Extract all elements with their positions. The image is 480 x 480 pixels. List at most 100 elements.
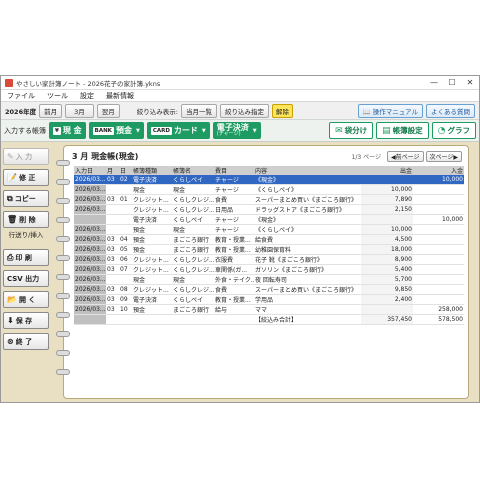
table-row[interactable]: 2026/03... 03 04 預金 まごころ銀行 教育・授業... 給食費 4,500 [74, 234, 464, 246]
filter-clear-button[interactable]: 解除 [271, 103, 293, 118]
ledger-header-row: 入力日 月 日 帳簿種類 帳簿名 費目 内容 出金 入金 [74, 166, 464, 175]
menu-news[interactable]: 最新情報 [100, 91, 140, 101]
table-row[interactable]: 2026/03... 03 01 クレジット... くらしクレジ... 食費 スーパーまとめ… [74, 194, 464, 206]
table-cell: 電子決済 [132, 175, 172, 186]
next-page-button[interactable]: 次ページ▶ [425, 150, 462, 162]
table-row[interactable]: 2026/03... 03 10 預金 まごころ銀行 給与 ママ 258,000 [74, 304, 464, 316]
table-cell: 01 [119, 194, 132, 206]
split-button[interactable]: ✉ 袋分け [329, 122, 374, 139]
row-move-button[interactable]: 行送り/挿入 [3, 229, 49, 239]
main-area: ✎ 入 力 📝 修 正 ⧉ コピー 🗑 削 除 行送り/挿入 ⎙ 印 刷 CSV 出力 📂… [1, 142, 479, 402]
table-cell: 357,450 [361, 314, 413, 326]
table-row[interactable]: 2026/03... 03 08 クレジット... くらしクレジ... 食費 スーパーまとめ… [74, 284, 464, 296]
table-cell [361, 175, 413, 186]
table-row[interactable]: 2026/03... 現金 現金 外食・テイク... 夜 回転寿司 5,700 [74, 274, 464, 286]
table-cell: 花子 靴《まごころ銀行》 [254, 254, 361, 266]
table-cell [413, 284, 464, 296]
filter-all-button[interactable]: 当月一覧 [180, 103, 217, 118]
month-select[interactable]: 3月 [65, 103, 94, 118]
maximize-button[interactable]: ☐ [443, 76, 461, 90]
col-header[interactable]: 月 [106, 166, 119, 175]
menu-tools[interactable]: ツール [41, 91, 74, 101]
table-cell [413, 224, 464, 236]
filter-specify-button[interactable]: 絞り込み指定 [219, 103, 269, 118]
col-header[interactable]: 入金 [413, 166, 464, 175]
chevron-down-icon: ▼ [252, 127, 257, 134]
table-cell: 2026/03... [74, 244, 106, 256]
col-header[interactable]: 帳簿種類 [132, 166, 172, 175]
table-cell: 4,500 [361, 234, 413, 246]
table-cell [214, 314, 254, 326]
emoney-text: 電子決済 (チャージ) [217, 123, 249, 138]
table-row[interactable]: 2026/03... 03 07 クレジット... くらしクレジ... 車関係(ガ... ガ… [74, 264, 464, 276]
ledger-settings-button[interactable]: ▤ 帳簿設定 [376, 122, 429, 139]
emoney-account-button[interactable]: 電子決済 (チャージ) ▼ [212, 122, 261, 139]
save-button[interactable]: ⬇ 保 存 [3, 312, 49, 329]
prev-page-button[interactable]: ◀前ページ [387, 150, 424, 162]
input-button[interactable]: ✎ 入 力 [3, 148, 49, 165]
prev-month-button[interactable]: 前月 [39, 103, 63, 118]
table-cell: 08 [119, 284, 132, 296]
col-header[interactable]: 日 [119, 166, 132, 175]
graph-button[interactable]: ◔ グラフ [431, 122, 476, 139]
app-window: やさしい家計簿ノート - 2026花子の家計簿.ykns — ☐ ✕ ファイル … [0, 75, 480, 403]
table-row[interactable]: 2026/03... 03 05 預金 まごころ銀行 教育・授業... 幼稚園保育料 18,0… [74, 244, 464, 256]
cash-account-button[interactable]: ¥ 現 金 [49, 122, 86, 139]
page-info: 1/3 ページ [351, 153, 381, 161]
table-row[interactable]: 2026/03... 現金 現金 チャージ 《くらしペイ》 10,000 [74, 184, 464, 196]
table-cell [106, 214, 119, 226]
table-cell: 学用品 [254, 294, 361, 306]
table-row[interactable]: 2026/03... 03 09 電子決済 くらしペイ 教育・授業... 学用品 2,400 [74, 294, 464, 306]
menu-file[interactable]: ファイル [1, 91, 41, 101]
table-cell [119, 224, 132, 236]
table-cell: チャージ [214, 184, 254, 196]
bank-account-button[interactable]: BANK 預金 ▼ [88, 122, 144, 139]
col-header[interactable]: 出金 [361, 166, 413, 175]
table-cell: 2026/03... [74, 304, 106, 316]
table-cell [361, 304, 413, 316]
table-row[interactable]: 2026/03... 預金 現金 チャージ 《くらしペイ》 10,000 [74, 224, 464, 236]
minimize-button[interactable]: — [425, 76, 443, 90]
delete-button[interactable]: 🗑 削 除 [3, 211, 49, 228]
table-cell: くらしペイ [172, 294, 214, 306]
close-icon: ⊗ [7, 337, 14, 346]
table-cell: 03 [106, 284, 119, 296]
exit-button[interactable]: ⊗ 終 了 [3, 333, 49, 350]
ring [56, 312, 70, 318]
table-cell: 2026/03... [74, 264, 106, 276]
table-row[interactable]: 2026/03... 03 02 電子決済 くらしペイ チャージ 《現金》 10,000 [74, 175, 464, 186]
app-icon [5, 78, 13, 87]
table-cell: 2026/03... [74, 184, 106, 196]
table-cell [361, 214, 413, 226]
table-cell [413, 274, 464, 286]
open-button[interactable]: 📂 開 く [3, 291, 49, 308]
edit-button[interactable]: 📝 修 正 [3, 169, 49, 186]
csv-export-button[interactable]: CSV 出力 [3, 270, 49, 287]
card-account-button[interactable]: CARD カード ▼ [146, 122, 210, 139]
next-month-button[interactable]: 翌月 [96, 103, 120, 118]
period-toolbar: 2026年度 前月 3月 翌月 絞り込み表示: 当月一覧 絞り込み指定 解除 📖… [1, 102, 479, 119]
table-cell: 2,400 [361, 294, 413, 306]
close-button[interactable]: ✕ [461, 76, 479, 90]
table-row[interactable]: 【絞込み合計】 357,450 578,500 [74, 314, 464, 326]
table-row[interactable]: 電子決済 くらしペイ チャージ 《現金》 10,000 [74, 214, 464, 226]
menu-settings[interactable]: 設定 [74, 91, 100, 101]
table-cell: 現金 [132, 274, 172, 286]
col-header[interactable]: 内容 [254, 166, 361, 175]
table-row[interactable]: 2026/03... クレジット... くらしクレジ... 日用品 ドラッグストア《まご… [74, 204, 464, 216]
col-header[interactable]: 入力日 [74, 166, 106, 175]
print-button[interactable]: ⎙ 印 刷 [3, 249, 49, 266]
table-cell: 5,400 [361, 264, 413, 276]
manual-button[interactable]: 📖 操作マニュアル [357, 103, 423, 118]
col-header[interactable]: 費目 [214, 166, 254, 175]
col-header[interactable]: 帳簿名 [172, 166, 214, 175]
table-cell [119, 314, 132, 326]
table-row[interactable]: 2026/03... 03 06 クレジット... くらしクレジ... 衣服費 花子 靴《ま… [74, 254, 464, 266]
delete-label: 削 除 [19, 215, 36, 224]
table-cell: 食費 [214, 284, 254, 296]
faq-button[interactable]: よくある質問 [426, 103, 475, 118]
edit-icon: 📝 [7, 173, 17, 182]
table-cell: 2,150 [361, 204, 413, 216]
manual-label: 操作マニュアル [372, 107, 418, 116]
copy-button[interactable]: ⧉ コピー [3, 190, 49, 207]
